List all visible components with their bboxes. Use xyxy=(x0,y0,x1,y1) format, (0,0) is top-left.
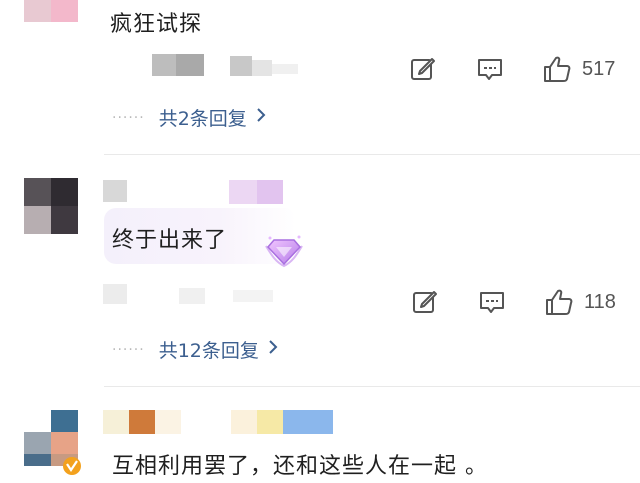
avatar[interactable] xyxy=(24,178,78,234)
comment-meta-redacted xyxy=(152,54,302,78)
view-replies-link[interactable]: ······ 共2条回复 xyxy=(112,104,267,131)
comment-text: 终于出来了 xyxy=(112,228,228,253)
thumbs-up-icon xyxy=(544,288,574,320)
view-replies-link[interactable]: ······ 共12条回复 xyxy=(112,336,279,363)
divider xyxy=(104,386,640,387)
comment-button[interactable] xyxy=(476,57,504,85)
username-redacted[interactable] xyxy=(103,410,333,436)
dots-decoration: ······ xyxy=(112,109,145,126)
comment-button[interactable] xyxy=(478,290,506,318)
edit-icon xyxy=(412,290,438,318)
replies-label: 共12条回复 xyxy=(158,340,259,362)
username-redacted[interactable] xyxy=(103,180,283,204)
edit-button[interactable] xyxy=(412,290,438,318)
diamond-badge-icon xyxy=(262,232,306,274)
edit-button[interactable] xyxy=(410,57,436,85)
divider xyxy=(104,154,640,155)
comment-icon xyxy=(476,57,504,85)
like-count: 118 xyxy=(584,291,616,313)
replies-label: 共2条回复 xyxy=(158,108,247,130)
edit-icon xyxy=(410,57,436,85)
thumbs-up-icon xyxy=(542,55,572,87)
comment-text: 疯狂试探 xyxy=(110,12,203,37)
chevron-right-icon xyxy=(255,107,267,128)
comment-text: 互相利用罢了，还和这些人在一起 。 xyxy=(112,454,488,479)
dots-decoration: ······ xyxy=(112,341,145,358)
avatar[interactable] xyxy=(24,0,78,22)
like-button[interactable] xyxy=(542,55,572,87)
chevron-right-icon xyxy=(267,339,279,360)
like-button[interactable] xyxy=(544,288,574,320)
comment-icon xyxy=(478,290,506,318)
verified-icon xyxy=(62,456,82,480)
comment-meta-redacted xyxy=(103,284,303,306)
like-count: 517 xyxy=(582,58,616,80)
